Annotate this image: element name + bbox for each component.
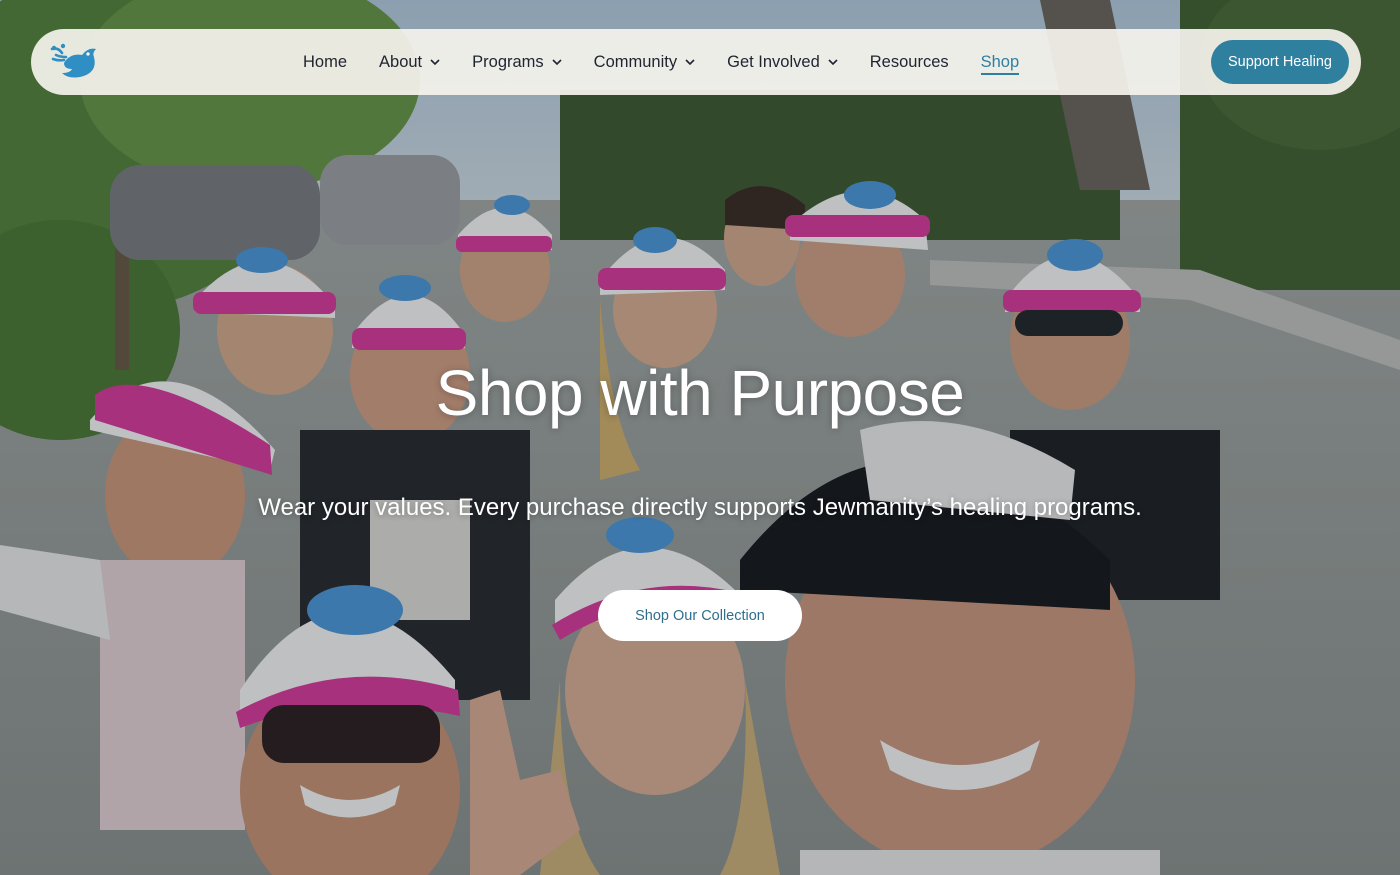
nav-item-label: Resources xyxy=(869,52,949,71)
nav-item-home[interactable]: Home xyxy=(303,29,347,95)
nav-item-label: Programs xyxy=(472,52,544,71)
nav-item-about[interactable]: About xyxy=(379,29,440,95)
chevron-down-icon xyxy=(828,58,838,65)
nav-item-label: Shop xyxy=(980,52,1020,71)
nav-item-programs[interactable]: Programs xyxy=(472,29,562,95)
nav-item-label: About xyxy=(379,52,423,71)
main-nav: Home About Programs Community Get Involv… xyxy=(303,29,1051,95)
hero-subtitle: Wear your values. Every purchase directl… xyxy=(258,494,1142,521)
nav-item-label: Home xyxy=(303,52,348,71)
chevron-down-icon xyxy=(430,58,440,65)
nav-item-label: Community xyxy=(593,52,678,71)
nav-item-get-involved[interactable]: Get Involved xyxy=(727,29,838,95)
shop-collection-button[interactable]: Shop Our Collection xyxy=(598,590,802,641)
chevron-down-icon xyxy=(685,58,695,65)
active-indicator xyxy=(980,73,1020,75)
top-navbar: Home About Programs Community Get Involv… xyxy=(31,29,1361,95)
hero-overlay xyxy=(0,0,1400,875)
dove-logo-icon[interactable] xyxy=(50,43,100,81)
nav-item-resources[interactable]: Resources xyxy=(870,29,949,95)
support-healing-button[interactable]: Support Healing xyxy=(1211,40,1349,84)
nav-item-label: Get Involved xyxy=(727,52,820,71)
hero-title: Shop with Purpose xyxy=(435,357,965,429)
chevron-down-icon xyxy=(552,58,562,65)
nav-item-shop[interactable]: Shop xyxy=(980,29,1020,95)
nav-item-community[interactable]: Community xyxy=(594,29,695,95)
hero-section xyxy=(0,0,1400,875)
